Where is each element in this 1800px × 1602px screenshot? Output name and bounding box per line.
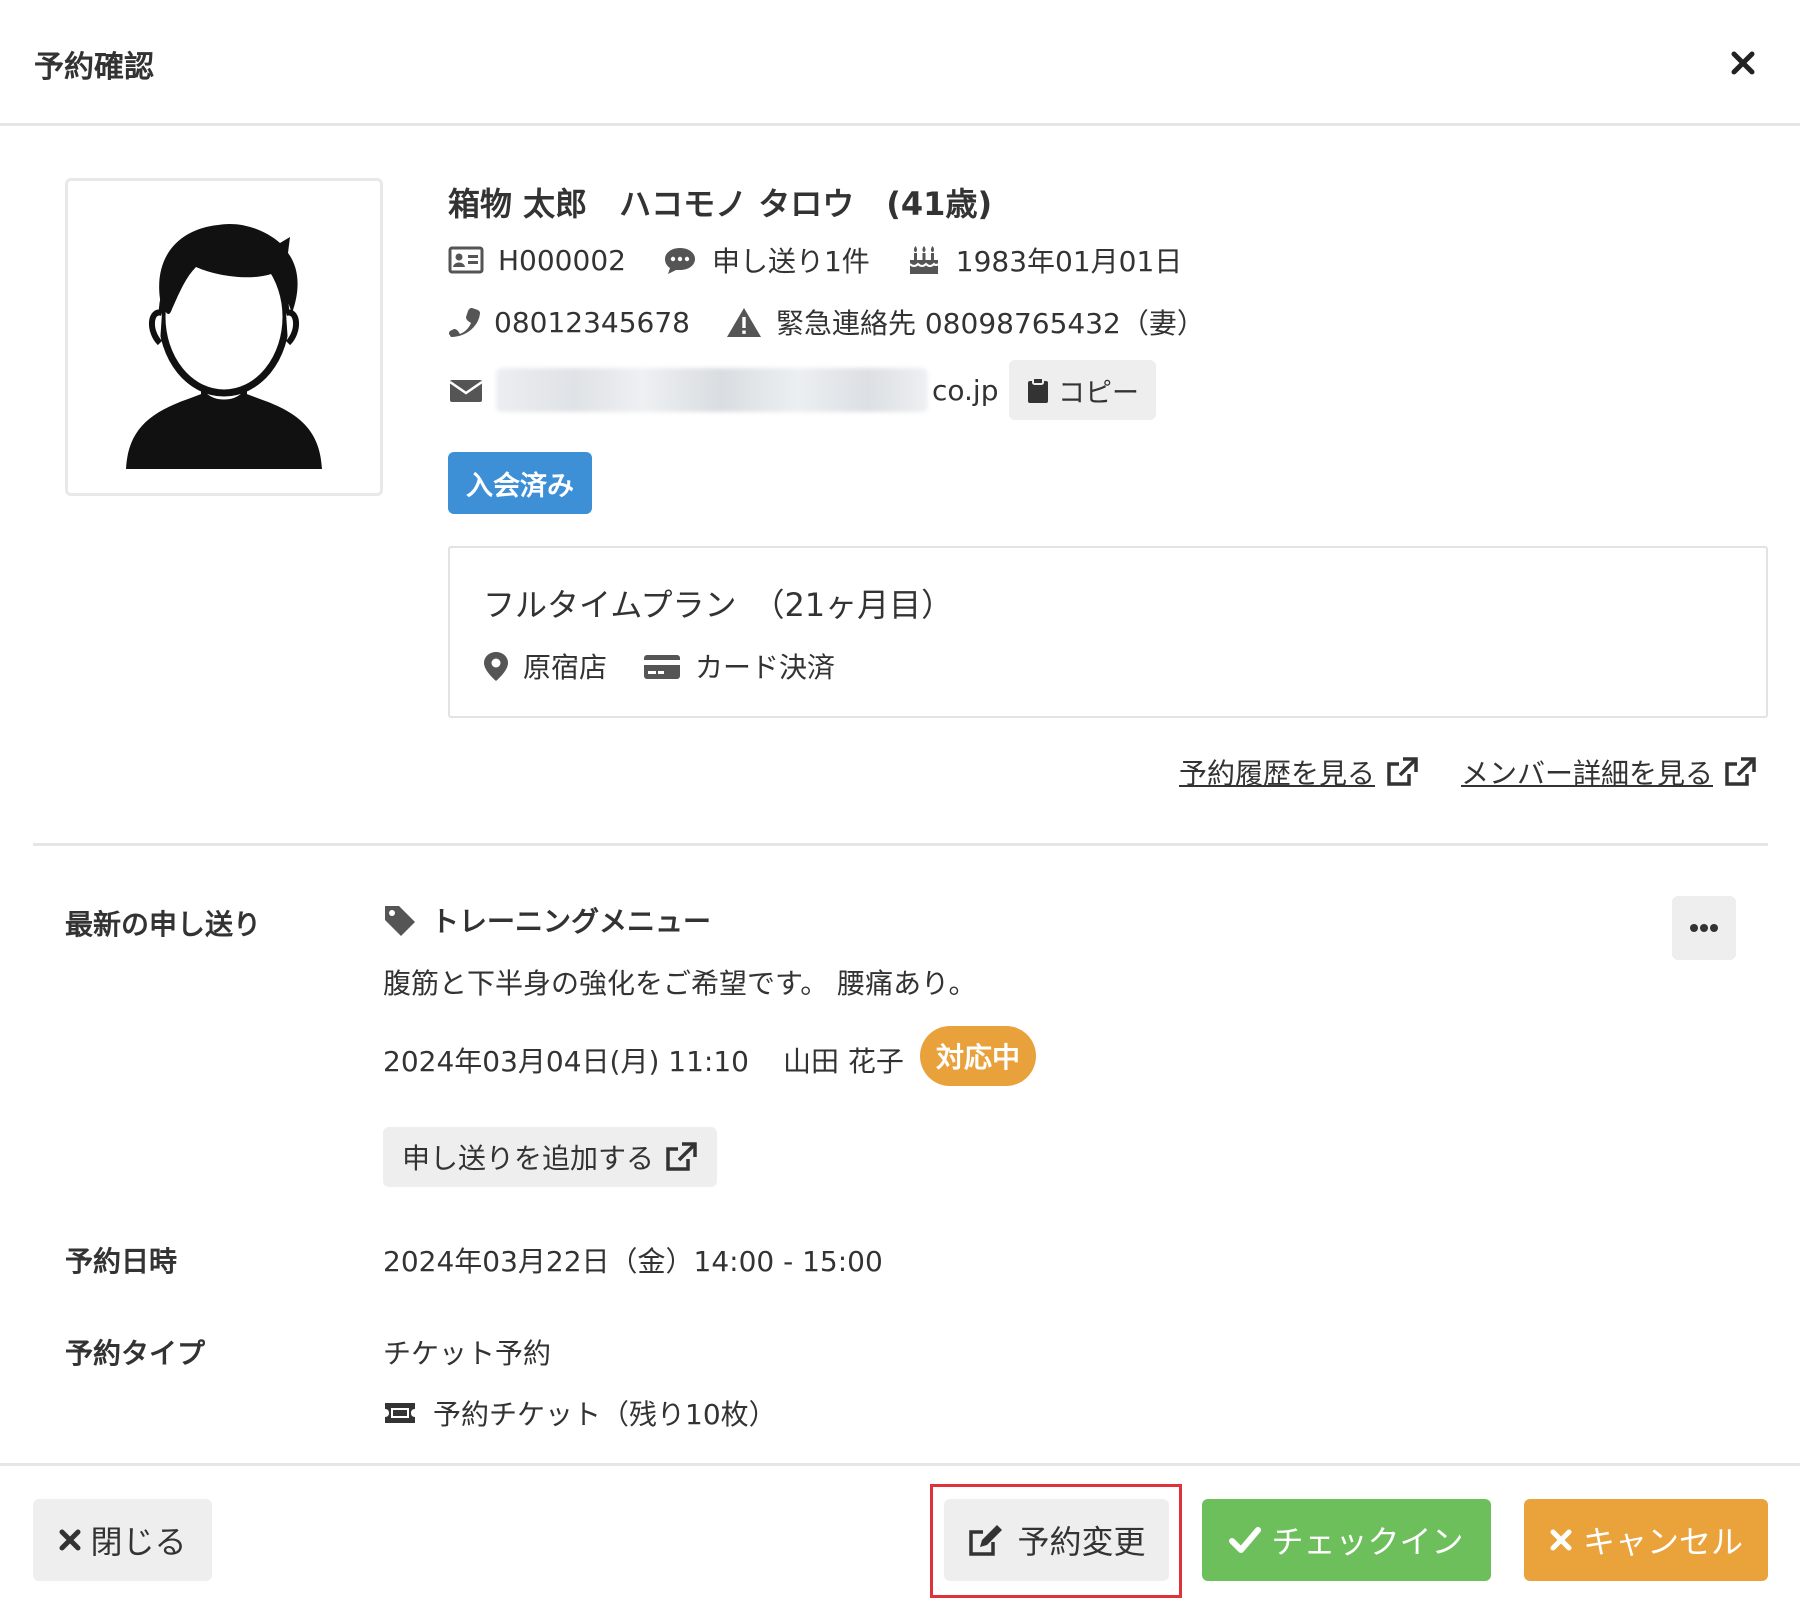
add-note-button[interactable]: 申し送りを追加する — [383, 1127, 717, 1187]
close-icon — [1550, 1529, 1572, 1551]
member-detail-link[interactable]: メンバー詳細を見る — [1461, 752, 1757, 792]
ticket-remaining: 予約チケット（残り10枚） — [433, 1398, 777, 1431]
member-id: H000002 — [498, 243, 626, 277]
clipboard-icon — [1028, 377, 1048, 403]
checkin-label: チェックイン — [1271, 1523, 1464, 1561]
warning-icon — [726, 308, 761, 337]
note-tag: トレーニングメニュー — [431, 905, 712, 938]
reservation-datetime-label: 予約日時 — [65, 1245, 178, 1278]
person-silhouette-icon — [126, 223, 322, 469]
ticket-icon — [385, 1403, 415, 1423]
member-contact-row: 08012345678 緊急連絡先 08098765432（妻） — [448, 302, 1205, 342]
external-link-icon — [1725, 757, 1756, 786]
section-divider — [33, 843, 1768, 846]
membership-status-badge: 入会済み — [448, 452, 592, 514]
change-reservation-label: 予約変更 — [1017, 1523, 1146, 1561]
close-icon[interactable] — [1726, 46, 1760, 80]
external-link-icon — [666, 1142, 697, 1171]
email-domain: co.jp — [932, 373, 999, 407]
plan-payment: カード決済 — [695, 651, 836, 684]
birthday: 1983年01月01日 — [955, 245, 1183, 278]
phone-number: 08012345678 — [494, 305, 690, 339]
plan-meta-row: 原宿店 カード決済 — [483, 646, 835, 686]
member-name: 箱物 太郎 ハコモノ タロウ (41歳) — [448, 185, 993, 223]
map-marker-icon — [484, 652, 508, 681]
close-button-label: 閉じる — [90, 1523, 187, 1561]
plan-name: フルタイムプラン （21ヶ月目） — [483, 586, 954, 624]
comment-icon — [664, 248, 695, 274]
close-icon — [59, 1529, 81, 1551]
reservation-datetime: 2024年03月22日（金）14:00 - 15:00 — [383, 1245, 883, 1278]
ellipsis-icon — [1690, 924, 1718, 932]
note-datetime: 2024年03月04日(月) 11:10 — [383, 1045, 749, 1078]
ticket-row: 予約チケット（残り10枚） — [383, 1393, 777, 1433]
tag-icon — [385, 906, 415, 936]
id-card-icon — [448, 246, 484, 274]
note-meta-row: 2024年03月04日(月) 11:10 山田 花子 — [383, 1040, 904, 1080]
notes-count: 申し送り1件 — [711, 245, 870, 278]
close-button[interactable]: 閉じる — [33, 1499, 212, 1581]
member-email-row: co.jp — [448, 368, 999, 412]
email-redacted — [496, 368, 928, 412]
reservation-history-label: 予約履歴を見る — [1179, 757, 1376, 790]
modal-header: 予約確認 — [0, 0, 1800, 126]
copy-email-button[interactable]: コピー — [1009, 360, 1156, 420]
reservation-type-label: 予約タイプ — [65, 1337, 206, 1370]
latest-note-label: 最新の申し送り — [65, 908, 262, 941]
envelope-icon — [449, 380, 483, 402]
edit-icon — [969, 1525, 1003, 1556]
modal-title: 予約確認 — [34, 50, 154, 85]
add-note-label: 申し送りを追加する — [401, 1142, 654, 1175]
cancel-reservation-button[interactable]: キャンセル — [1524, 1499, 1768, 1581]
external-link-icon — [1387, 757, 1418, 786]
cancel-label: キャンセル — [1582, 1523, 1743, 1561]
reservation-history-link[interactable]: 予約履歴を見る — [1179, 752, 1419, 792]
footer-divider — [0, 1463, 1800, 1466]
avatar — [65, 178, 383, 496]
credit-card-icon — [644, 655, 681, 679]
note-body: 腹筋と下半身の強化をご希望です。 腰痛あり。 — [383, 967, 977, 1000]
member-meta-row: H000002 申し送り1件 1983年01月01日 — [448, 240, 1182, 280]
member-detail-label: メンバー詳細を見る — [1461, 757, 1714, 790]
plan-store: 原宿店 — [523, 651, 608, 684]
birthday-cake-icon — [909, 246, 939, 274]
checkin-button[interactable]: チェックイン — [1202, 1499, 1491, 1581]
note-author: 山田 花子 — [782, 1045, 904, 1078]
plan-card — [448, 546, 1768, 718]
check-icon — [1229, 1527, 1262, 1553]
reservation-type: チケット予約 — [383, 1337, 552, 1370]
change-reservation-button[interactable]: 予約変更 — [944, 1499, 1169, 1581]
note-tag-row: トレーニングメニュー — [383, 900, 711, 940]
copy-label: コピー — [1058, 377, 1139, 409]
more-options-button[interactable] — [1672, 896, 1736, 960]
note-status-badge: 対応中 — [920, 1026, 1037, 1086]
phone-icon — [449, 308, 480, 337]
emergency-contact: 緊急連絡先 08098765432（妻） — [775, 307, 1205, 340]
